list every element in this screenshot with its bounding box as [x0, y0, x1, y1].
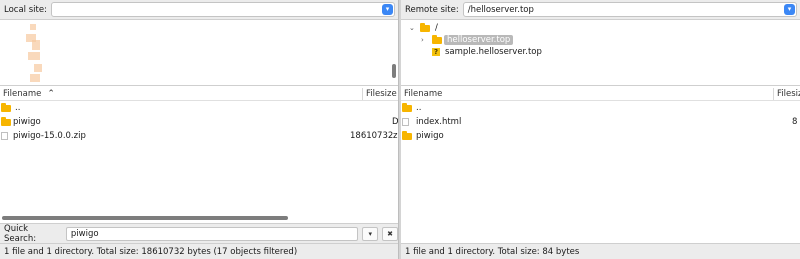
remote-site-value: /helloserver.top [467, 4, 534, 15]
file-icon [1, 132, 8, 140]
local-row-parent[interactable]: .. [0, 101, 398, 115]
remote-tree-sample[interactable]: ? sample.helloserver.top [432, 47, 542, 57]
quick-search-label: Quick Search: [4, 223, 37, 244]
local-row-piwigo[interactable]: piwigo D [0, 115, 398, 129]
remote-status-bar: 1 file and 1 directory. Total size: 84 b… [401, 243, 800, 259]
folder-icon [432, 34, 442, 44]
quick-search-options-button[interactable]: ▾ [362, 226, 379, 241]
local-site-bar: Local site: ▾ [0, 0, 398, 20]
quick-search-value: piwigo [70, 228, 99, 239]
remote-list-header: Filename Filesize [401, 87, 800, 101]
remote-directory-tree[interactable]: ⌄ / › helloserver.top ? sample.helloserv… [401, 20, 800, 86]
local-status-bar: 1 file and 1 directory. Total size: 1861… [0, 243, 398, 259]
remote-col-filename[interactable]: Filename [404, 89, 442, 99]
remote-tree-helloserver[interactable]: › helloserver.top [421, 34, 514, 45]
local-list-header: Filename ⌃ Filesize [0, 87, 398, 101]
column-separator[interactable] [773, 88, 774, 100]
quick-search-bar: Quick Search: piwigo ▾ ✖ [0, 223, 398, 244]
remote-site-combo[interactable]: /helloserver.top ▾ [462, 2, 797, 17]
remote-row-name: index.html [416, 117, 462, 127]
folder-icon [1, 116, 11, 126]
chevron-down-icon: ▾ [368, 229, 373, 238]
folder-icon [420, 22, 430, 32]
quick-search-clear-button[interactable]: ✖ [382, 226, 398, 241]
remote-row-size: 8 [792, 117, 798, 127]
local-row-zip[interactable]: piwigo-15.0.0.zip 18610732 z [0, 129, 398, 143]
local-tree-blurred-content [26, 24, 48, 84]
local-list-hscrollbar[interactable] [2, 216, 288, 220]
local-file-list[interactable]: Filename ⌃ Filesize .. piwigo D piwigo-1… [0, 87, 398, 223]
folder-icon [1, 102, 11, 112]
remote-row-name: .. [416, 103, 422, 113]
local-row-name: .. [15, 103, 21, 113]
quick-search-input[interactable]: piwigo [65, 226, 359, 241]
folder-icon [402, 102, 412, 112]
remote-site-bar: Remote site: /helloserver.top ▾ [401, 0, 800, 20]
remote-tree-label: / [435, 23, 438, 33]
local-row-name: piwigo [13, 117, 41, 127]
chevron-down-icon[interactable]: ⌄ [409, 24, 417, 32]
local-col-filename[interactable]: Filename [3, 89, 41, 99]
remote-row-parent[interactable]: .. [401, 101, 800, 115]
close-icon: ✖ [387, 229, 394, 238]
local-pane: Local site: ▾ Filename ⌃ Filesize .. piw… [0, 0, 398, 259]
remote-row-index[interactable]: index.html 8 [401, 115, 800, 129]
remote-status-text: 1 file and 1 directory. Total size: 84 b… [405, 246, 580, 257]
question-icon: ? [432, 48, 440, 56]
local-tree-scrollbar[interactable] [392, 64, 396, 78]
remote-tree-label-selected: helloserver.top [444, 35, 514, 45]
local-col-filesize[interactable]: Filesize [366, 89, 397, 99]
remote-tree-root[interactable]: ⌄ / [409, 22, 438, 33]
local-row-type: z [393, 131, 398, 141]
remote-pane: Remote site: /helloserver.top ▾ ⌄ / › he… [401, 0, 800, 259]
local-directory-tree[interactable] [0, 20, 398, 86]
remote-row-piwigo[interactable]: piwigo [401, 129, 800, 143]
local-row-size: 18610732 [350, 131, 394, 141]
file-icon [402, 118, 409, 126]
chevron-down-icon[interactable]: ▾ [784, 4, 795, 15]
sort-ascending-icon: ⌃ [47, 88, 55, 99]
remote-file-list[interactable]: Filename Filesize .. index.html 8 piwigo [401, 87, 800, 223]
remote-site-label: Remote site: [405, 4, 459, 15]
folder-icon [402, 130, 412, 140]
local-site-label: Local site: [4, 4, 47, 15]
local-site-combo[interactable]: ▾ [50, 2, 395, 17]
chevron-down-icon[interactable]: ▾ [382, 4, 393, 15]
remote-tree-label: sample.helloserver.top [445, 47, 542, 57]
local-row-name: piwigo-15.0.0.zip [13, 131, 86, 141]
column-separator[interactable] [362, 88, 363, 100]
local-status-text: 1 file and 1 directory. Total size: 1861… [4, 246, 298, 257]
remote-row-name: piwigo [416, 131, 444, 141]
remote-col-filesize[interactable]: Filesize [777, 89, 800, 99]
chevron-right-icon[interactable]: › [421, 36, 429, 44]
